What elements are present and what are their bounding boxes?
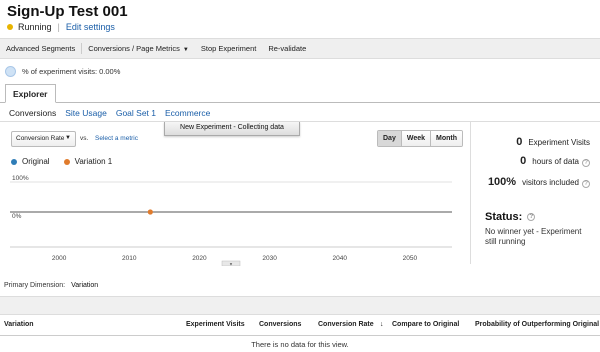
legend-original-label: Original	[22, 157, 50, 166]
visitors-included-label: visitors included	[522, 178, 579, 187]
stop-experiment-button[interactable]: Stop Experiment	[195, 44, 262, 53]
subtab-goal-set-1[interactable]: Goal Set 1	[116, 108, 156, 118]
toolbar: Advanced Segments Conversions / Page Met…	[0, 38, 600, 59]
table-toolbar	[0, 296, 600, 315]
experiment-status-heading: Status: ?	[485, 211, 536, 223]
conversions-metrics-dropdown[interactable]: Conversions / Page Metrics ▼	[82, 44, 195, 53]
primary-dimension: Primary Dimension: Variation	[4, 282, 98, 289]
subtab-site-usage[interactable]: Site Usage	[65, 108, 107, 118]
visitors-included-stat: 100% visitors included ?	[488, 176, 590, 188]
conversion-rate-chart: 100% 0% 2000 2010 2020 2030 2040 2050 ▼	[10, 175, 452, 267]
legend-item-original[interactable]: Original	[11, 157, 50, 166]
collecting-data-notice: New Experiment - Collecting data	[164, 122, 300, 136]
column-header-conversion-rate[interactable]: Conversion Rate	[318, 321, 374, 328]
subtabs-divider	[0, 121, 600, 122]
x-tick-label: 2010	[122, 255, 137, 262]
help-icon[interactable]: ?	[582, 159, 590, 167]
summary-divider	[470, 122, 471, 264]
primary-dimension-label: Primary Dimension:	[4, 282, 66, 289]
column-header-variation[interactable]: Variation	[4, 321, 34, 328]
hours-of-data-label: hours of data	[532, 157, 579, 166]
variation-data-point[interactable]	[147, 209, 153, 215]
column-header-compare-to-original[interactable]: Compare to Original	[392, 321, 459, 328]
subtab-ecommerce[interactable]: Ecommerce	[165, 108, 210, 118]
pie-chart-icon	[5, 66, 16, 77]
legend-original-dot-icon	[11, 158, 17, 165]
vs-label: vs.	[80, 135, 89, 142]
subtab-conversions[interactable]: Conversions	[9, 108, 56, 118]
hours-of-data-stat: 0 hours of data ?	[520, 155, 590, 167]
x-tick-label: 2040	[333, 255, 348, 262]
experiment-status-description: No winner yet - Experiment still running	[485, 227, 582, 246]
status-text: Running	[18, 22, 52, 32]
advanced-segments-button[interactable]: Advanced Segments	[0, 44, 81, 53]
experiment-visits-stat: 0 Experiment Visits	[516, 136, 590, 148]
legend-variation-dot-icon	[63, 158, 70, 165]
legend-variation-label: Variation 1	[74, 157, 113, 166]
explorer-subtabs: Conversions Site Usage Goal Set 1 Ecomme…	[9, 108, 210, 118]
metric-select[interactable]: Conversion Rate ▼	[11, 131, 76, 147]
experiment-visits-percentage: % of experiment visits: 0.00%	[5, 66, 120, 77]
experiment-status-row: Running | Edit settings	[7, 22, 115, 32]
experiment-visits-label: Experiment Visits	[528, 138, 590, 147]
x-tick-label: 2020	[192, 255, 207, 262]
report-tabs: Explorer	[0, 84, 600, 103]
help-icon[interactable]: ?	[527, 213, 536, 221]
chevron-down-icon: ▼	[65, 135, 71, 141]
status-dot-icon	[7, 24, 13, 30]
granularity-week-button[interactable]: Week	[400, 131, 431, 146]
primary-dimension-value[interactable]: Variation	[71, 282, 98, 289]
chevron-down-icon: ▼	[229, 262, 233, 267]
column-header-probability[interactable]: Probability of Outperforming Original	[475, 321, 599, 328]
granularity-day-button[interactable]: Day	[378, 131, 401, 146]
revalidate-button[interactable]: Re-validate	[262, 44, 312, 53]
y-tick-label: 100%	[12, 175, 29, 182]
x-tick-label: 2050	[403, 255, 418, 262]
visits-percentage-text: % of experiment visits: 0.00%	[22, 67, 121, 76]
series-points	[147, 209, 153, 215]
help-icon[interactable]: ?	[582, 180, 590, 188]
column-header-conversions[interactable]: Conversions	[259, 321, 301, 328]
status-separator: |	[57, 22, 60, 32]
experiment-visits-value: 0	[516, 136, 523, 148]
edit-settings-link[interactable]: Edit settings	[66, 22, 115, 32]
column-header-experiment-visits[interactable]: Experiment Visits	[186, 321, 245, 328]
sort-arrow-icon: ↓	[380, 321, 384, 328]
visitors-included-value: 100%	[487, 176, 517, 188]
granularity-month-button[interactable]: Month	[430, 131, 463, 146]
tab-explorer[interactable]: Explorer	[5, 84, 56, 103]
metric-select-value: Conversion Rate	[16, 135, 65, 142]
time-granularity-toggle: Day Week Month	[377, 130, 464, 147]
conversions-metrics-label: Conversions / Page Metrics	[88, 44, 180, 53]
legend-item-variation[interactable]: Variation 1	[63, 157, 113, 166]
y-tick-label: 0%	[12, 213, 22, 220]
select-metric-link[interactable]: Select a metric	[95, 135, 138, 142]
chevron-down-icon: ▼	[182, 47, 189, 53]
x-tick-label: 2030	[262, 255, 277, 262]
table-header: Variation Experiment Visits Conversions …	[0, 315, 600, 336]
page-title: Sign-Up Test 001	[7, 3, 128, 20]
hours-of-data-value: 0	[520, 155, 527, 167]
status-heading-label: Status:	[485, 211, 523, 223]
x-tick-label: 2000	[52, 255, 67, 262]
chart-legend: Original Variation 1	[11, 157, 126, 166]
table-empty-message: There is no data for this view.	[251, 340, 349, 349]
